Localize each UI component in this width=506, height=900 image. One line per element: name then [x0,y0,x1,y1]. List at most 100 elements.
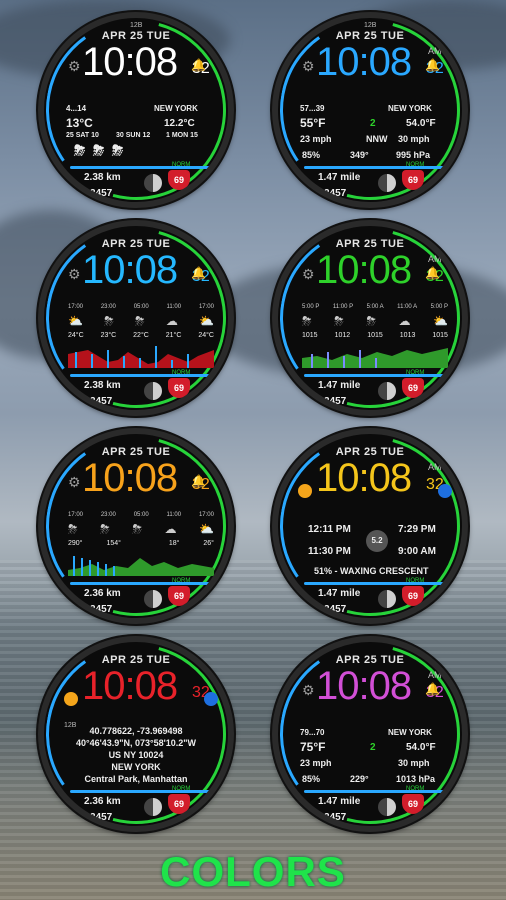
info-icon[interactable] [298,484,312,498]
distance-label: 1.47 mile [318,172,361,183]
bell-icon[interactable]: 🔔 [425,266,440,280]
gear-icon[interactable]: ⚙ [68,58,81,75]
info-icon[interactable] [64,692,78,706]
moon-icon [144,382,162,400]
moon-icon [378,174,396,192]
forecast-times: 17:00 23:00 05:00 11:00 17:00 [68,512,214,518]
wind-gust: 30 mph [398,758,430,768]
heart-rate[interactable]: 69 [168,586,190,606]
watch-face-magenta[interactable]: APR 25 TUE ⚙ 10:08 32 AM 🔔 79...70 NEW Y… [272,636,468,832]
moon-icon [378,798,396,816]
time-display: 10:08 [82,248,178,292]
time-display: 10:08 [316,40,412,84]
norm-label: NORM [406,162,425,168]
norm-label: NORM [406,578,425,584]
norm-label: NORM [172,370,191,376]
pressure: 1013 hPa [396,774,436,784]
feels-temp: 54.0°F [406,118,436,129]
watch-face-blue[interactable]: 12B APR 25 TUE ⚙ 10:08 32 AM 🔔 57...39 N… [272,12,468,208]
time-display: 10:08 [316,664,412,708]
heart-rate[interactable]: 69 [168,170,190,190]
pressure: 995 hPa [396,150,431,160]
moon-icon [144,174,162,192]
distance-label: 2.36 km [84,588,121,599]
forecast-times: 17:00 23:00 05:00 11:00 17:00 [68,304,214,310]
forecast-wind: 290° 154° 18° 26° [68,540,214,547]
watch-face-red[interactable]: APR 25 TUE 10:08 32 12B 40.778622, -73.9… [38,636,234,832]
watch-face-white[interactable]: 12B 95% APR 25 TUE ⚙ 10:08 32 🔔 4...14 N… [38,12,234,208]
ampm-label: AM [428,670,442,680]
temp-chart [68,346,214,368]
bell-icon[interactable]: 🔔 [425,58,440,72]
norm-label: NORM [172,578,191,584]
time-display: 10:08 [82,664,178,708]
steps-label: 3457 [324,396,347,407]
gear-icon[interactable]: ⚙ [68,266,81,283]
watch-face-orange[interactable]: APR 25 TUE ⚙ 10:08 32 🔔 17:00 23:00 05:00 1… [38,428,234,624]
gear-icon[interactable]: ⚙ [302,682,315,699]
time-display: 10:08 [82,456,178,500]
bell-icon[interactable]: 🔔 [425,682,440,696]
norm-label: NORM [406,786,425,792]
distance-label: 1.47 mile [318,796,361,807]
steps-label: 3457 [90,188,113,199]
watch-face-cyan[interactable]: APR 25 TUE ⚙ 10:08 32 🔔 17:00 23:00 05:00 1… [38,220,234,416]
gear-icon[interactable]: ⚙ [68,474,81,491]
steps-label: 3457 [90,396,113,407]
city-label: NEW YORK [154,104,198,113]
bell-icon[interactable]: 🔔 [191,474,206,488]
heart-rate[interactable]: 69 [168,378,190,398]
pressure-chart [302,348,448,368]
forecast-icons: ⛈ ⛈ ⛈ ☁ ⛅ [302,314,448,328]
steps-label: 3457 [324,188,347,199]
forecast-temps: 24°C 23°C 22°C 21°C 24°C [68,332,214,339]
time-display: 10:08 [316,456,412,500]
feels-temp: 12.2°C [164,118,195,129]
gear-icon[interactable]: ⚙ [302,266,315,283]
forecast-icons: ⛅ ⛈ ⛈ ☁ ⛅ [68,314,214,328]
norm-label: NORM [172,162,191,168]
heart-rate[interactable]: 69 [402,378,424,398]
moon-icon [144,590,162,608]
sunset-time: 7:29 PM [398,524,436,535]
forecast-times: 5:00 P 11:00 P 5:00 A 11:00 A 5:00 P [302,304,448,310]
steps-label: 3457 [90,604,113,615]
moon-icon [144,798,162,816]
heart-rate[interactable]: 69 [402,170,424,190]
steps-label: 3457 [324,812,347,823]
moonset-time: 9:00 AM [398,546,436,557]
distance-label: 2.38 km [84,380,121,391]
distance-label: 1.47 mile [318,380,361,391]
phone-icon[interactable] [204,692,218,706]
city-label: NEW YORK [111,762,161,772]
distance-label: 2.38 km [84,172,121,183]
bell-icon[interactable]: 🔔 [191,266,206,280]
heart-rate[interactable]: 69 [168,794,190,814]
distance-label: 1.47 mile [318,588,361,599]
moon-age: 5.2 [366,530,388,552]
watch-face-yellow[interactable]: APR 25 TUE 10:08 32 AM 12:11 PM 7:29 PM … [272,428,468,624]
city-label: NEW YORK [388,728,432,737]
bell-icon[interactable]: 🔔 [191,58,206,72]
forecast-pressure: 1015 1012 1015 1013 1015 [302,332,448,339]
time-display: 10:08 [316,248,412,292]
coordinates-decimal: 40.778622, -73.969498 [89,726,183,736]
ampm-label: AM [428,46,442,56]
watch-face-green[interactable]: APR 25 TUE ⚙ 10:08 32 AM 🔔 5:00 P 11:00 P… [272,220,468,416]
heart-rate[interactable]: 69 [402,794,424,814]
feels-temp: 54.0°F [406,742,436,753]
steps-label: 3457 [90,812,113,823]
weather-icons: ⛈ ⛈ ⛈ [74,142,124,158]
ampm-label: AM [428,254,442,264]
steps-label: 3457 [324,604,347,615]
heart-rate[interactable]: 69 [402,586,424,606]
neighborhood: Central Park, Manhattan [84,774,188,784]
moon-icon [378,382,396,400]
distance-label: 2.36 km [84,796,121,807]
forecast-day3: 1 MON 15 [166,132,198,139]
top-battery: 12B [364,22,377,29]
phone-icon[interactable] [438,484,452,498]
gear-icon[interactable]: ⚙ [302,58,315,75]
moon-phase: 51% - WAXING CRESCENT [314,566,429,576]
norm-label: NORM [172,786,191,792]
